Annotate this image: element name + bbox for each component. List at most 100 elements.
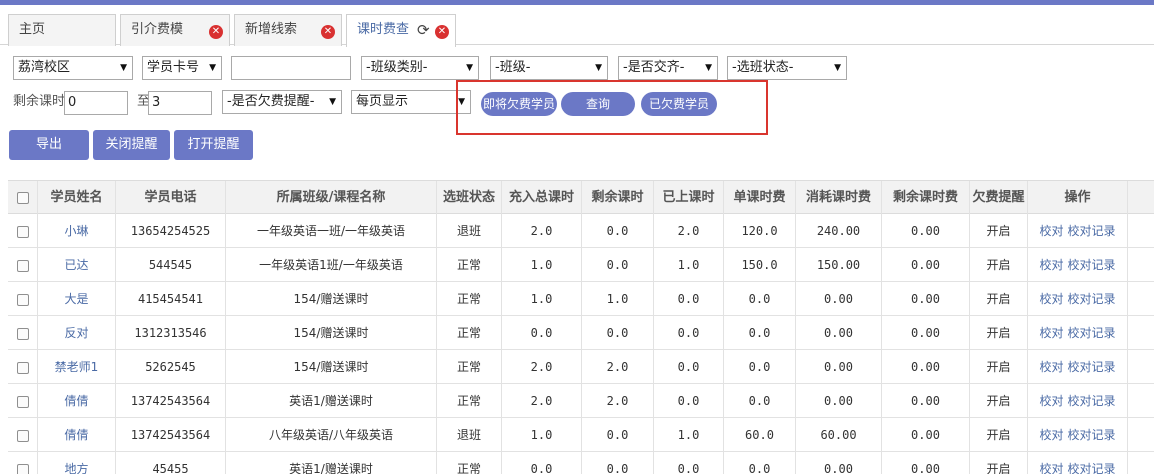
dropdown-arrow-icon: ▼ — [120, 63, 127, 73]
student-name[interactable]: 禁老师1 — [38, 350, 116, 384]
student-name[interactable]: 已达 — [38, 248, 116, 282]
upcoming-arrears-button[interactable]: 即将欠费学员 — [481, 92, 557, 116]
row-checkbox[interactable] — [16, 225, 29, 238]
operations-cell: 校对 校对记录 — [1028, 248, 1128, 282]
student-name[interactable]: 地方 — [38, 452, 116, 474]
operations-cell: 校对 校对记录 — [1028, 384, 1128, 418]
close-icon[interactable]: ✕ — [435, 25, 449, 39]
card-type-select[interactable]: 学员卡号 ▼ — [142, 56, 222, 80]
student-name[interactable]: 大是 — [38, 282, 116, 316]
tab-label: 课时费查 — [357, 22, 410, 37]
select-all-checkbox[interactable] — [16, 191, 29, 204]
column-header: 欠费提醒 — [970, 181, 1028, 215]
check-record-link[interactable]: 校对记录 — [1068, 224, 1116, 238]
table-header: 学员姓名 学员电话 所属班级/课程名称 选班状态 充入总课时 剩余课时 已上课时 单课时费 消耗… — [8, 180, 1154, 215]
class-value: -班级- — [495, 60, 531, 75]
close-icon[interactable]: ✕ — [321, 25, 335, 39]
tab-home[interactable]: 主页 — [8, 14, 116, 46]
consumed-fee: 240.00 — [796, 214, 882, 248]
operations-cell: 校对 校对记录 — [1028, 282, 1128, 316]
query-button[interactable]: 查询 — [561, 92, 635, 116]
student-name[interactable]: 倩倩 — [38, 418, 116, 452]
course-name: 154/赠送课时 — [226, 350, 437, 384]
unit-fee: 150.0 — [724, 248, 796, 282]
course-name: 154/赠送课时 — [226, 316, 437, 350]
class-select[interactable]: -班级- ▼ — [490, 56, 608, 80]
row-select-cell — [8, 350, 38, 384]
row-checkbox[interactable] — [16, 259, 29, 272]
student-name[interactable]: 倩倩 — [38, 384, 116, 418]
status-value: -选班状态- — [732, 60, 794, 75]
refresh-icon[interactable]: ⟳ — [417, 21, 431, 39]
arrears-remind-select[interactable]: -是否欠费提醒- ▼ — [222, 90, 342, 114]
class-type-select[interactable]: -班级类别- ▼ — [361, 56, 479, 80]
table-row: 反对 1312313546 154/赠送课时 正常 0.0 0.0 0.0 0.0 0.00 0.… — [8, 316, 1154, 350]
check-record-link[interactable]: 校对记录 — [1068, 326, 1116, 340]
close-icon[interactable]: ✕ — [209, 25, 223, 39]
table-row: 地方 45455 英语1/赠送课时 正常 0.0 0.0 0.0 0.0 0.00 0.00 开启校… — [8, 452, 1154, 474]
page-size-select[interactable]: 每页显示 ▼ — [351, 90, 471, 114]
used-hours: 0.0 — [654, 350, 724, 384]
course-name: 英语1/赠送课时 — [226, 452, 437, 474]
check-link[interactable]: 校对 — [1039, 224, 1063, 238]
row-checkbox[interactable] — [16, 327, 29, 340]
check-link[interactable]: 校对 — [1039, 462, 1063, 474]
student-name[interactable]: 反对 — [38, 316, 116, 350]
remaining-hours: 0.0 — [582, 452, 654, 474]
check-link[interactable]: 校对 — [1039, 258, 1063, 272]
remaining-from-input[interactable]: 0 — [64, 91, 128, 115]
row-checkbox[interactable] — [16, 361, 29, 374]
column-header: 消耗课时费 — [796, 181, 882, 215]
dropdown-arrow-icon: ▼ — [329, 97, 336, 107]
used-hours: 0.0 — [654, 282, 724, 316]
check-record-link[interactable]: 校对记录 — [1068, 258, 1116, 272]
column-header: 操作 — [1028, 181, 1128, 215]
unit-fee: 0.0 — [724, 316, 796, 350]
tab-bar: 主页 引介费模 ✕ 新增线索 ✕ 课时费查 ⟳ ✕ — [0, 5, 1154, 47]
check-record-link[interactable]: 校对记录 — [1068, 360, 1116, 374]
select-all-cell — [8, 181, 38, 215]
status-select[interactable]: -选班状态- ▼ — [727, 56, 847, 80]
check-link[interactable]: 校对 — [1039, 326, 1063, 340]
remaining-fee: 0.00 — [882, 282, 970, 316]
consumed-fee: 0.00 — [796, 282, 882, 316]
remaining-hours: 0.0 — [582, 214, 654, 248]
check-link[interactable]: 校对 — [1039, 394, 1063, 408]
enroll-status: 正常 — [437, 452, 502, 474]
remaining-fee: 0.00 — [882, 214, 970, 248]
close-remind-button[interactable]: 关闭提醒 — [93, 130, 170, 160]
check-link[interactable]: 校对 — [1039, 428, 1063, 442]
dropdown-arrow-icon: ▼ — [595, 63, 602, 73]
page-size-value: 每页显示 — [356, 94, 409, 109]
tab-class-fee-query[interactable]: 课时费查 ⟳ ✕ — [346, 14, 456, 47]
dropdown-arrow-icon: ▼ — [705, 63, 712, 73]
tab-new-leads[interactable]: 新增线索 ✕ — [234, 14, 342, 46]
check-link[interactable]: 校对 — [1039, 360, 1063, 374]
check-record-link[interactable]: 校对记录 — [1068, 428, 1116, 442]
row-checkbox[interactable] — [16, 463, 29, 474]
paid-select[interactable]: -是否交齐- ▼ — [618, 56, 718, 80]
owing-students-button[interactable]: 已欠费学员 — [641, 92, 717, 116]
check-record-link[interactable]: 校对记录 — [1068, 292, 1116, 306]
remaining-fee: 0.00 — [882, 418, 970, 452]
column-header: 学员电话 — [116, 181, 226, 215]
remaining-hours: 0.0 — [582, 316, 654, 350]
row-checkbox[interactable] — [16, 293, 29, 306]
tab-referral-fee[interactable]: 引介费模 ✕ — [120, 14, 230, 46]
open-remind-button[interactable]: 打开提醒 — [174, 130, 253, 160]
total-hours: 1.0 — [502, 248, 582, 282]
remaining-fee: 0.00 — [882, 384, 970, 418]
student-phone: 5262545 — [116, 350, 226, 384]
check-record-link[interactable]: 校对记录 — [1068, 462, 1116, 474]
operations-cell: 校对 校对记录 — [1028, 214, 1128, 248]
check-link[interactable]: 校对 — [1039, 292, 1063, 306]
row-checkbox[interactable] — [16, 395, 29, 408]
card-number-input[interactable] — [231, 56, 351, 80]
remaining-to-input[interactable]: 3 — [148, 91, 212, 115]
row-checkbox[interactable] — [16, 429, 29, 442]
check-record-link[interactable]: 校对记录 — [1068, 394, 1116, 408]
student-name[interactable]: 小琳 — [38, 214, 116, 248]
used-hours: 2.0 — [654, 214, 724, 248]
export-button[interactable]: 导出 — [9, 130, 89, 160]
campus-select[interactable]: 荔湾校区 ▼ — [13, 56, 133, 80]
